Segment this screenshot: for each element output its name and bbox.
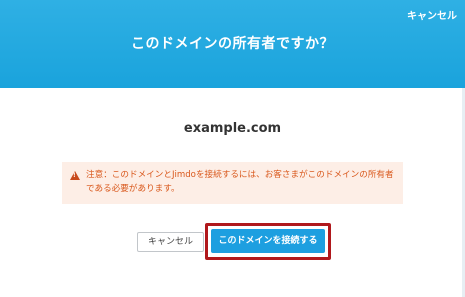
- connect-domain-button[interactable]: このドメインを接続する: [211, 229, 325, 253]
- warning-text: 注意：このドメインとJimdoを接続するには、お客さまがこのドメインの所有者であ…: [86, 170, 394, 194]
- domain-name: example.com: [183, 121, 282, 136]
- warning-notice: 注意：このドメインとJimdoを接続するには、お客さまがこのドメインの所有者であ…: [62, 162, 403, 204]
- domain-ownership-dialog: キャンセル このドメインの所有者ですか？ example.com 注意：このドメ…: [0, 0, 465, 297]
- header-cancel-link[interactable]: キャンセル: [407, 7, 457, 22]
- dialog-header: キャンセル このドメインの所有者ですか？: [0, 0, 465, 88]
- cancel-button[interactable]: キャンセル: [137, 232, 204, 252]
- warning-icon: [70, 171, 80, 180]
- dialog-title: このドメインの所有者ですか？: [131, 36, 334, 52]
